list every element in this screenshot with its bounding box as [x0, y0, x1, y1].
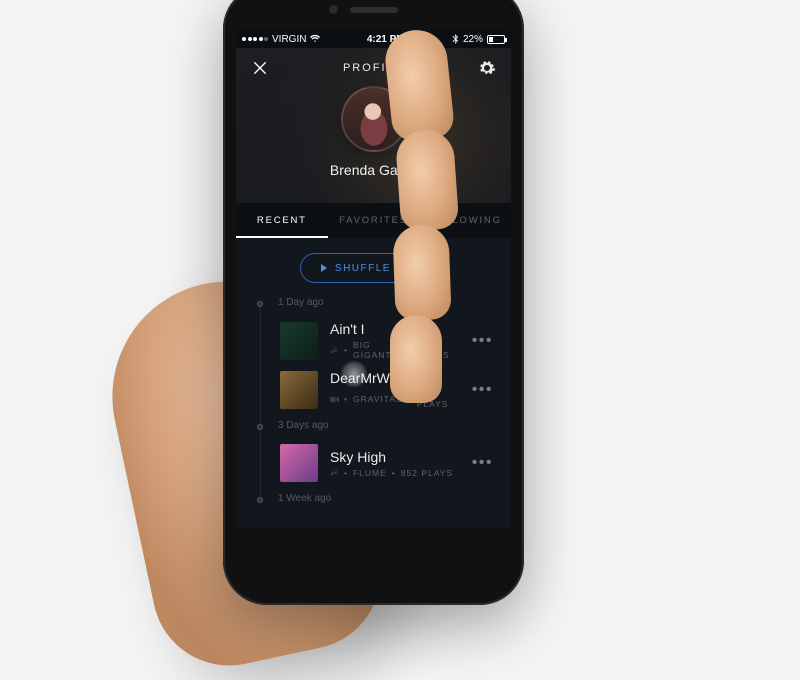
- settings-button[interactable]: [477, 58, 497, 78]
- status-bar: VIRGIN 4:21 PM 22%: [236, 30, 511, 48]
- track-row[interactable]: DearMrWatterson • GRAVITAS • 852 PLAYS •…: [266, 365, 511, 414]
- track-row[interactable]: Sky High • FLUME • 852 PLAYS •••: [266, 439, 511, 487]
- track-row[interactable]: Ain't I • BIG GIGANTIC • 852 PLAYS •••: [266, 316, 511, 365]
- music-note-icon: [330, 346, 339, 355]
- profile-header: PROFILE Brenda Garza: [236, 48, 511, 203]
- battery-icon: [487, 35, 505, 44]
- more-button[interactable]: •••: [468, 377, 497, 403]
- close-button[interactable]: [250, 58, 270, 78]
- album-art: [280, 371, 318, 409]
- timeline-label: 1 Week ago: [266, 493, 511, 504]
- user-name: Brenda Garza: [236, 162, 511, 178]
- album-art: [280, 444, 318, 482]
- timeline-label: 1 Day ago: [266, 297, 511, 308]
- close-icon: [251, 59, 269, 77]
- gear-icon: [478, 59, 496, 77]
- album-art: [280, 322, 318, 360]
- more-button[interactable]: •••: [468, 450, 497, 476]
- tab-label: RECENT: [257, 215, 307, 226]
- content: SHUFFLE PLAY 1 Day ago Ain't I: [236, 239, 511, 528]
- track-title: Sky High: [330, 449, 456, 465]
- music-note-icon: [330, 468, 339, 477]
- track-artist: FLUME: [353, 468, 387, 478]
- phone-frame: VIRGIN 4:21 PM 22% PROFILE: [223, 0, 524, 605]
- signal-strength-icon: [242, 37, 268, 41]
- wifi-icon: [310, 34, 320, 44]
- tab-recent[interactable]: RECENT: [236, 203, 328, 238]
- screen: VIRGIN 4:21 PM 22% PROFILE: [236, 30, 511, 530]
- timeline-label: 3 Days ago: [266, 420, 511, 431]
- play-icon: [321, 264, 327, 272]
- track-plays: 852 PLAYS: [401, 468, 453, 478]
- more-button[interactable]: •••: [468, 328, 497, 354]
- battery-pct: 22%: [463, 34, 483, 45]
- bluetooth-icon: [451, 34, 459, 44]
- tabs: RECENT FAVORITES FOLLOWING: [236, 203, 511, 239]
- video-icon: [330, 395, 339, 404]
- carrier-label: VIRGIN: [272, 34, 306, 45]
- tab-label: FAVORITES: [339, 215, 408, 226]
- timeline: 1 Day ago Ain't I • BIG GIGANTIC •: [236, 297, 511, 504]
